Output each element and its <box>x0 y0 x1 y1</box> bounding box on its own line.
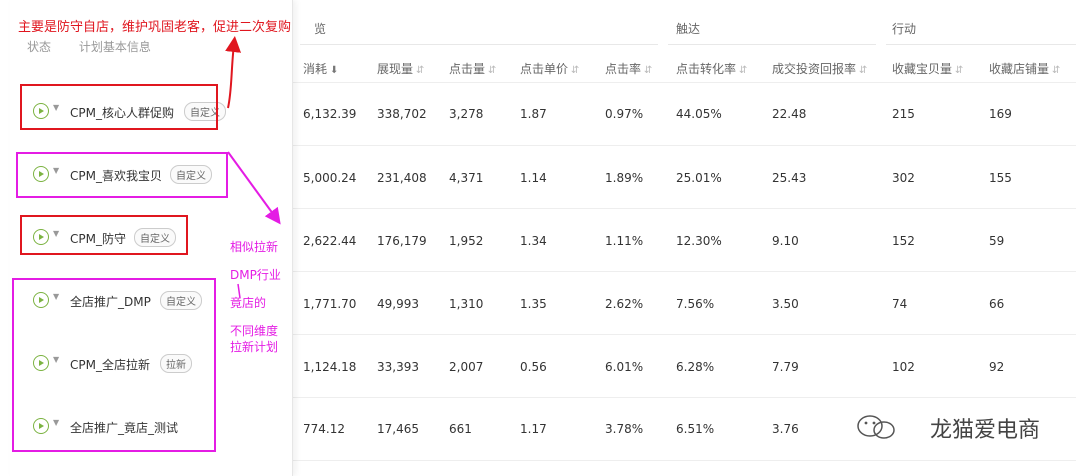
cell-cvr: 12.30% <box>676 234 722 248</box>
cell-cvr: 6.28% <box>676 360 715 374</box>
annotation-box-red <box>20 215 188 255</box>
cell-fav-shop: 155 <box>989 171 1012 185</box>
cell-roi: 3.76 <box>772 422 799 436</box>
cell-clicks: 1,310 <box>449 297 484 311</box>
sort-icon[interactable]: ⇵ <box>859 65 867 76</box>
cell-fav-items: 302 <box>892 171 915 185</box>
cell-cvr: 7.56% <box>676 297 715 311</box>
cell-ctr: 1.89% <box>605 171 644 185</box>
cell-fav-items: 152 <box>892 234 915 248</box>
cell-cpc: 1.14 <box>520 171 547 185</box>
cell-clicks: 3,278 <box>449 107 484 121</box>
group-divider <box>668 44 876 45</box>
sort-icon[interactable]: ⇵ <box>416 65 424 76</box>
annotation-note-side: DMP行业 <box>230 268 281 282</box>
cell-cpc: 1.17 <box>520 422 547 436</box>
group-divider <box>886 44 1076 45</box>
cell-cost: 1,124.18 <box>303 360 357 374</box>
cell-ctr: 2.62% <box>605 297 644 311</box>
cell-roi: 25.43 <box>772 171 807 185</box>
cell-cost: 2,622.44 <box>303 234 357 248</box>
cell-fav-items: 74 <box>892 297 908 311</box>
cell-cvr: 25.01% <box>676 171 722 185</box>
annotation-note-side: 不同维度 <box>230 324 279 338</box>
cell-clicks: 661 <box>449 422 472 436</box>
column-header-cpc[interactable]: 点击单价 ⇵ <box>520 60 579 77</box>
cell-roi: 22.48 <box>772 107 807 121</box>
sort-icon[interactable]: ⇵ <box>739 65 747 76</box>
cell-roi: 7.79 <box>772 360 799 374</box>
group-header-overview: 览 <box>314 22 327 36</box>
watermark-text: 龙猫爱电商 <box>929 418 1040 443</box>
cell-fav-shop: 92 <box>989 360 1005 374</box>
cell-impressions: 231,408 <box>377 171 427 185</box>
column-header-impressions[interactable]: 展现量 ⇵ <box>377 60 424 77</box>
annotation-note-side: 相似拉新 <box>230 240 279 254</box>
cell-ctr: 1.11% <box>605 234 644 248</box>
cell-cost: 1,771.70 <box>303 297 357 311</box>
column-header-clicks[interactable]: 点击量 ⇵ <box>449 60 496 77</box>
cell-ctr: 6.01% <box>605 360 644 374</box>
sort-icon[interactable]: ⇵ <box>1052 65 1060 76</box>
cell-cost: 774.12 <box>303 422 345 436</box>
cell-fav-shop: 59 <box>989 234 1005 248</box>
group-header-reach: 触达 <box>676 22 701 36</box>
column-header-roi[interactable]: 成交投资回报率 ⇵ <box>772 60 867 77</box>
cell-cost: 6,132.39 <box>303 107 357 121</box>
sort-icon[interactable]: ⇵ <box>955 65 963 76</box>
cell-cvr: 6.51% <box>676 422 715 436</box>
group-divider <box>300 44 658 45</box>
column-header-cvr[interactable]: 点击转化率 ⇵ <box>676 60 747 77</box>
cell-fav-items: 102 <box>892 360 915 374</box>
cell-cpc: 1.35 <box>520 297 547 311</box>
cell-ctr: 3.78% <box>605 422 644 436</box>
plan-list-header: 状态 计划基本信息 <box>27 38 175 55</box>
cell-impressions: 17,465 <box>377 422 419 436</box>
cell-clicks: 4,371 <box>449 171 484 185</box>
annotation-box-pink <box>16 152 228 198</box>
column-header-fav-shop[interactable]: 收藏店铺量 ⇵ <box>989 60 1060 77</box>
cell-fav-shop: 169 <box>989 107 1012 121</box>
annotation-box-pink <box>12 278 216 452</box>
cell-cpc: 1.34 <box>520 234 547 248</box>
sort-icon[interactable]: ⇵ <box>571 65 579 76</box>
annotation-note-side: 拉新计划 <box>230 340 279 354</box>
cell-ctr: 0.97% <box>605 107 644 121</box>
column-header-cost[interactable]: 消耗 ⬇ <box>303 60 338 77</box>
column-header-fav-items[interactable]: 收藏宝贝量 ⇵ <box>892 60 963 77</box>
cell-cpc: 1.87 <box>520 107 547 121</box>
cell-roi: 9.10 <box>772 234 799 248</box>
cell-cost: 5,000.24 <box>303 171 357 185</box>
annotation-note-side: 竟店的 <box>230 296 267 310</box>
cell-cpc: 0.56 <box>520 360 547 374</box>
cell-impressions: 338,702 <box>377 107 427 121</box>
cell-fav-items: 215 <box>892 107 915 121</box>
cell-cvr: 44.05% <box>676 107 722 121</box>
cell-impressions: 176,179 <box>377 234 427 248</box>
cell-clicks: 2,007 <box>449 360 484 374</box>
annotation-note-top: 主要是防守自店，维护巩固老客，促进二次复购 <box>18 20 292 35</box>
column-header-plan-info: 计划基本信息 <box>78 40 151 54</box>
cell-roi: 3.50 <box>772 297 799 311</box>
wechat-icon <box>857 415 895 439</box>
cell-impressions: 49,993 <box>377 297 419 311</box>
sort-icon[interactable]: ⇵ <box>488 65 496 76</box>
cell-fav-shop: 66 <box>989 297 1005 311</box>
column-header-ctr[interactable]: 点击率 ⇵ <box>605 60 652 77</box>
cell-impressions: 33,393 <box>377 360 419 374</box>
column-header-status: 状态 <box>27 40 52 54</box>
group-header-action: 行动 <box>892 22 917 36</box>
sort-icon[interactable]: ⇵ <box>644 65 652 76</box>
cell-clicks: 1,952 <box>449 234 484 248</box>
sort-desc-icon[interactable]: ⬇ <box>330 65 338 76</box>
annotation-box-red <box>20 84 218 130</box>
